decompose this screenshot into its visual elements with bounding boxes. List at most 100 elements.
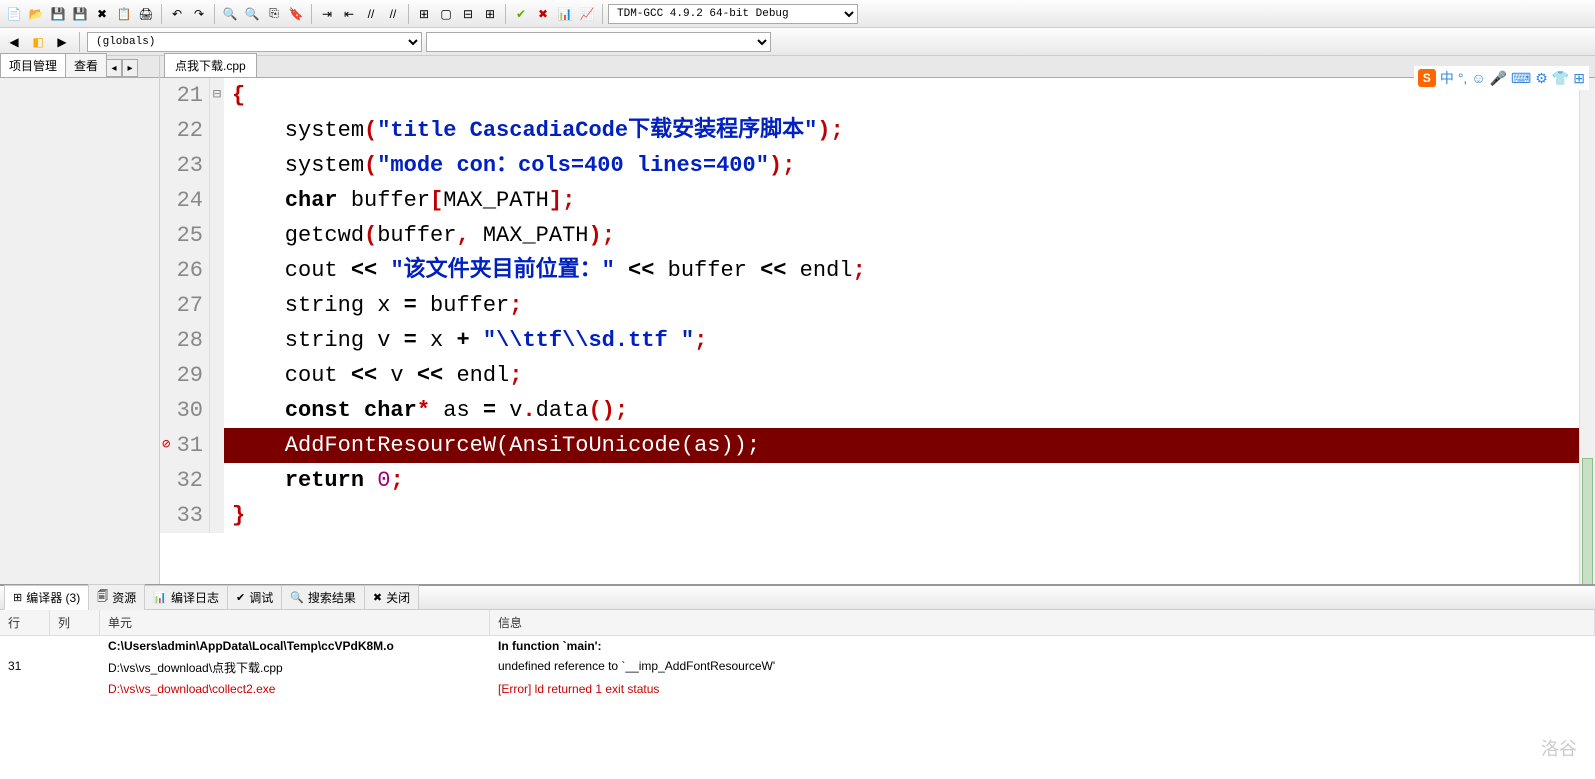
fold-marker: [210, 218, 224, 253]
save-icon[interactable]: 💾: [48, 4, 68, 24]
err-col: [50, 656, 100, 679]
err-unit: D:\vs\vs_download\collect2.exe: [100, 679, 490, 699]
grid4-icon[interactable]: ⊞: [480, 4, 500, 24]
scope-select[interactable]: (globals): [87, 32, 422, 52]
code-content[interactable]: string x = buffer;: [224, 293, 522, 318]
bottom-tab[interactable]: 📊 编译日志: [144, 585, 228, 610]
col-msg-header[interactable]: 信息: [490, 610, 1595, 635]
code-content[interactable]: char buffer[MAX_PATH];: [224, 188, 575, 213]
error-row[interactable]: 31D:\vs\vs_download\点我下载.cppundefined re…: [0, 656, 1595, 679]
check-icon[interactable]: ✔: [511, 4, 531, 24]
code-content[interactable]: getcwd(buffer, MAX_PATH);: [224, 223, 615, 248]
code-line[interactable]: 24 char buffer[MAX_PATH];: [160, 183, 1595, 218]
outdent-icon[interactable]: ⇤: [339, 4, 359, 24]
x-icon[interactable]: ✖: [533, 4, 553, 24]
code-content[interactable]: string v = x + "\\ttf\\sd.ttf ";: [224, 328, 707, 353]
chart2-icon[interactable]: 📈: [577, 4, 597, 24]
tab-label: 编译日志: [171, 589, 219, 606]
ime-lang: 中: [1440, 68, 1454, 88]
tab-icon: 📊: [153, 591, 167, 604]
line-number: 27: [160, 288, 210, 323]
bottom-tab[interactable]: 🗐资源: [88, 584, 145, 611]
line-number: 30: [160, 393, 210, 428]
code-line[interactable]: ⊘31 AddFontResourceW(AnsiToUnicode(as));: [160, 428, 1595, 463]
tab-icon: ✔: [236, 591, 245, 604]
line-number: 32: [160, 463, 210, 498]
code-content[interactable]: AddFontResourceW(AnsiToUnicode(as));: [224, 428, 1589, 463]
code-line[interactable]: 32 return 0;: [160, 463, 1595, 498]
fold-marker[interactable]: ⊟: [210, 78, 224, 113]
undo-icon[interactable]: ↶: [167, 4, 187, 24]
redo-icon[interactable]: ↷: [189, 4, 209, 24]
tab-nav-left-icon[interactable]: ◂: [106, 59, 122, 77]
bottom-tab[interactable]: 🔍搜索结果: [281, 585, 365, 610]
bottom-tab[interactable]: ✔调试: [227, 585, 282, 610]
bottom-tab[interactable]: ✖关闭: [364, 585, 419, 610]
ime-status-bar[interactable]: S 中 °, ☺ 🎤 ⌨ ⚙ 👕 ⊞: [1414, 66, 1589, 90]
indent-icon[interactable]: ⇥: [317, 4, 337, 24]
file-tab-active[interactable]: 点我下载.cpp: [164, 53, 257, 77]
code-content[interactable]: {: [224, 83, 245, 108]
ime-mic-icon: 🎤: [1490, 70, 1507, 87]
tab-project[interactable]: 项目管理: [0, 53, 66, 77]
code-content[interactable]: const char* as = v.data();: [224, 398, 628, 423]
code-content[interactable]: }: [224, 503, 245, 528]
code-content[interactable]: cout << "该文件夹目前位置：" << buffer << endl;: [224, 258, 866, 283]
new-file-icon[interactable]: 📄: [4, 4, 24, 24]
save-all-icon[interactable]: 💾: [70, 4, 90, 24]
code-line[interactable]: 28 string v = x + "\\ttf\\sd.ttf ";: [160, 323, 1595, 358]
code-content[interactable]: return 0;: [224, 468, 404, 493]
code-line[interactable]: 29 cout << v << endl;: [160, 358, 1595, 393]
line-number: 28: [160, 323, 210, 358]
err-line: [0, 679, 50, 699]
err-col: [50, 679, 100, 699]
code-line[interactable]: 23 system("mode con：cols=400 lines=400")…: [160, 148, 1595, 183]
line-number: 24: [160, 183, 210, 218]
nav-out-icon[interactable]: ◧: [28, 32, 48, 52]
col-unit-header[interactable]: 单元: [100, 610, 490, 635]
ime-keyboard-icon: ⌨: [1511, 70, 1531, 87]
code-line[interactable]: 25 getcwd(buffer, MAX_PATH);: [160, 218, 1595, 253]
find-icon[interactable]: 🔍: [220, 4, 240, 24]
error-row[interactable]: C:\Users\admin\AppData\Local\Temp\ccVPdK…: [0, 636, 1595, 656]
replace-icon[interactable]: 🔍: [242, 4, 262, 24]
grid3-icon[interactable]: ⊟: [458, 4, 478, 24]
tab-icon: 🔍: [290, 591, 304, 604]
nav-back-icon[interactable]: ◀: [4, 32, 24, 52]
vertical-scrollbar[interactable]: [1579, 78, 1595, 584]
close-icon[interactable]: ✖: [92, 4, 112, 24]
error-row[interactable]: D:\vs\vs_download\collect2.exe[Error] ld…: [0, 679, 1595, 699]
bottom-panel: ⊞编译器 (3)🗐资源 📊 编译日志 ✔调试🔍搜索结果✖关闭 行 列 单元 信息 C:…: [0, 584, 1595, 779]
tab-icon: ✖: [373, 591, 382, 604]
code-content[interactable]: system("mode con：cols=400 lines=400");: [224, 153, 795, 178]
col-col-header[interactable]: 列: [50, 610, 100, 635]
grid1-icon[interactable]: ⊞: [414, 4, 434, 24]
code-content[interactable]: system("title CascadiaCode下载安装程序脚本");: [224, 118, 844, 143]
col-line-header[interactable]: 行: [0, 610, 50, 635]
code-line[interactable]: 30 const char* as = v.data();: [160, 393, 1595, 428]
tab-view[interactable]: 查看: [65, 53, 107, 77]
grid2-icon[interactable]: ▢: [436, 4, 456, 24]
code-line[interactable]: 26 cout << "该文件夹目前位置：" << buffer << endl…: [160, 253, 1595, 288]
tab-nav-right-icon[interactable]: ▸: [122, 59, 138, 77]
open-icon[interactable]: 📂: [26, 4, 46, 24]
ime-user-icon: 👕: [1552, 70, 1569, 87]
comment-icon[interactable]: //: [361, 4, 381, 24]
chart1-icon[interactable]: 📊: [555, 4, 575, 24]
print-icon[interactable]: 🖨: [136, 4, 156, 24]
member-select[interactable]: [426, 32, 771, 52]
code-line[interactable]: 21⊟{: [160, 78, 1595, 113]
uncomment-icon[interactable]: //: [383, 4, 403, 24]
err-col: [50, 636, 100, 656]
code-content[interactable]: cout << v << endl;: [224, 363, 522, 388]
code-line[interactable]: 22 system("title CascadiaCode下载安装程序脚本");: [160, 113, 1595, 148]
code-line[interactable]: 33 }: [160, 498, 1595, 533]
compiler-select[interactable]: TDM-GCC 4.9.2 64-bit Debug: [608, 4, 858, 24]
copy-icon[interactable]: 📋: [114, 4, 134, 24]
code-editor[interactable]: 21⊟{22 system("title CascadiaCode下载安装程序脚…: [160, 78, 1595, 584]
goto-icon[interactable]: ⎘: [264, 4, 284, 24]
bottom-tab[interactable]: ⊞编译器 (3): [4, 585, 89, 610]
nav-fwd-icon[interactable]: ▶: [52, 32, 72, 52]
bookmark-icon[interactable]: 🔖: [286, 4, 306, 24]
code-line[interactable]: 27 string x = buffer;: [160, 288, 1595, 323]
